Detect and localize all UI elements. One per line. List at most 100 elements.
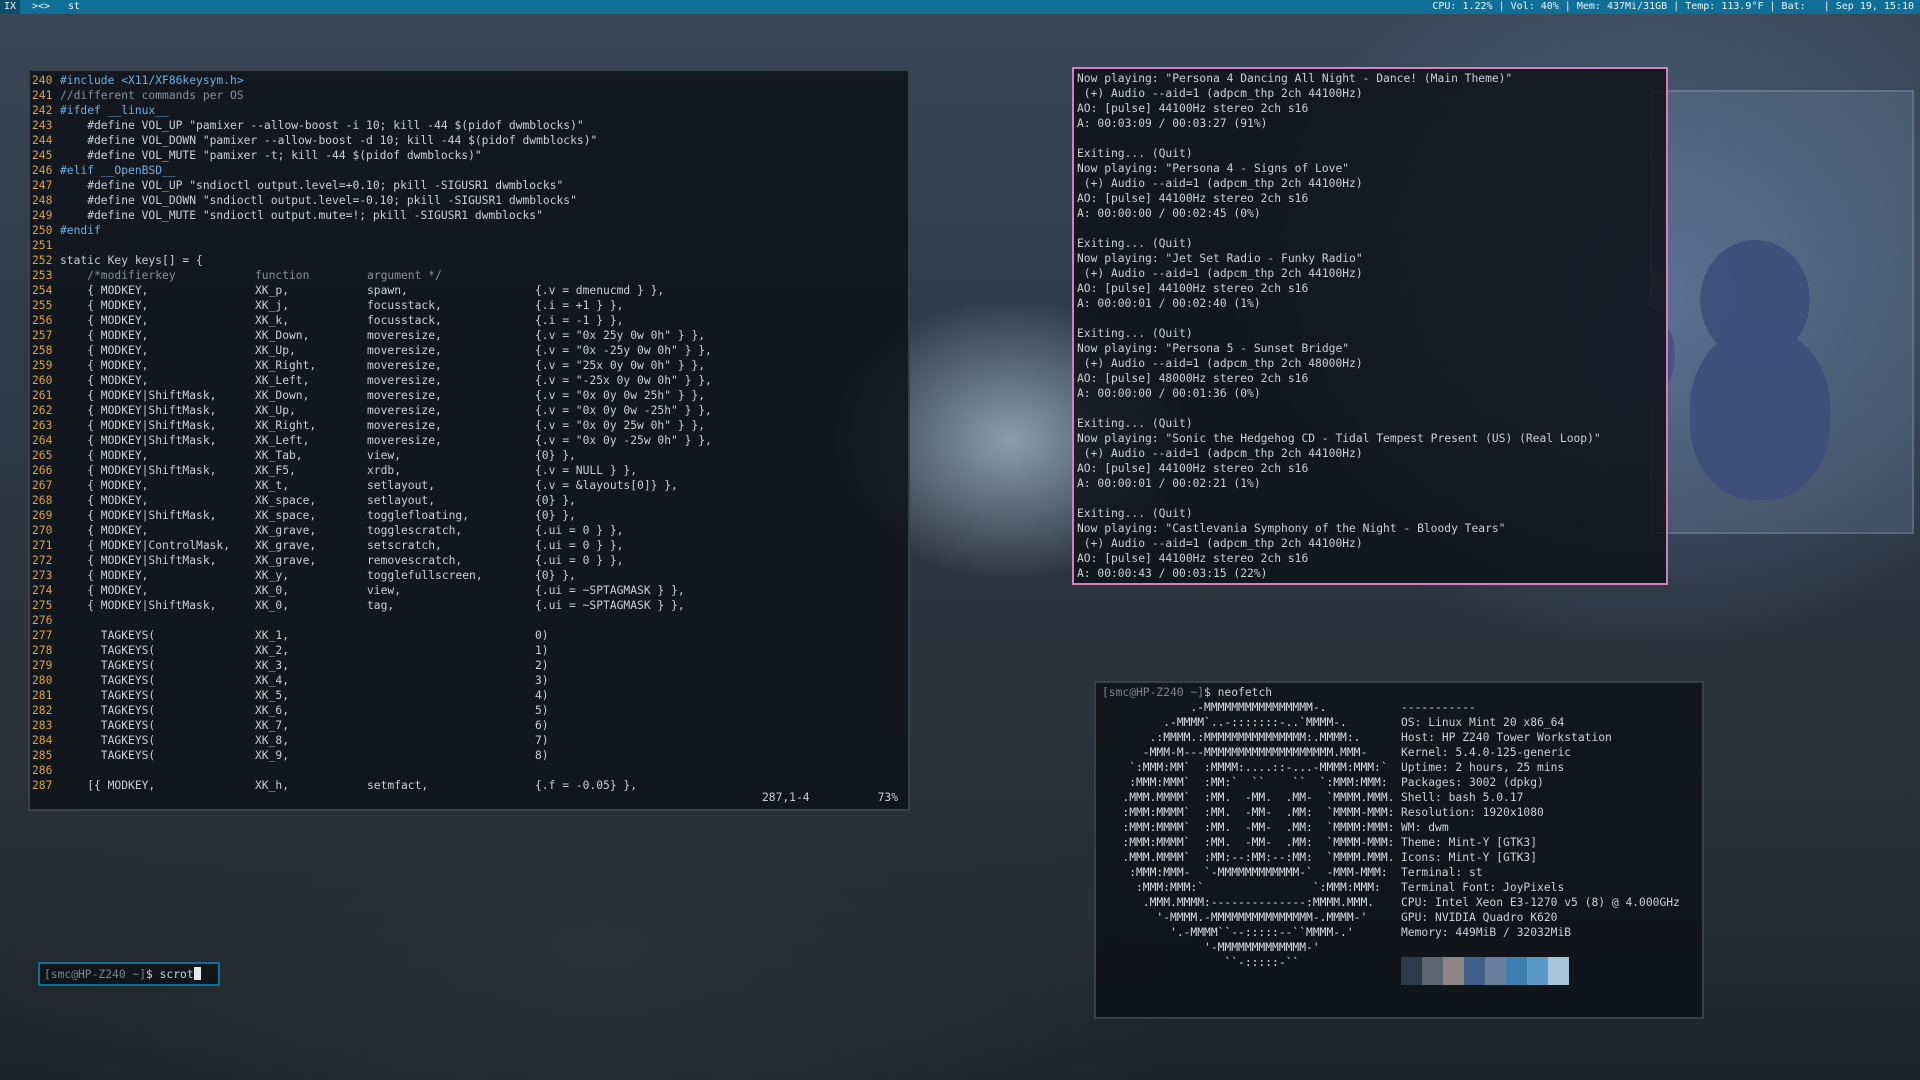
code-column: { MODKEY|ShiftMask, xyxy=(60,554,217,567)
code-column: XK_Left, xyxy=(255,374,310,387)
output-line: A: 00:00:01 / 00:02:21 (1%) xyxy=(1077,477,1261,490)
ascii-line: :MMM:MMM- `-MMMMMMMMMMMM-` -MMM-MMM: xyxy=(1102,866,1388,879)
code-column: XK_2, xyxy=(255,644,290,657)
output-line: AO: [pulse] 44100Hz stereo 2ch s16 xyxy=(1077,552,1309,565)
info-value: 5.4.0-125-generic xyxy=(1455,746,1572,759)
top-status-bar: IX ><> st CPU: 1.22% | Vol: 40% | Mem: 4… xyxy=(0,0,1920,14)
code-column: { MODKEY, xyxy=(60,359,149,372)
output-line: Now playing: "Persona 4 - Signs of Love" xyxy=(1077,162,1350,175)
code-column: XK_Tab, xyxy=(255,449,303,462)
code-column: [{ MODKEY, xyxy=(60,779,156,792)
line-number: 271 xyxy=(32,539,53,552)
output-line: AO: [pulse] 44100Hz stereo 2ch s16 xyxy=(1077,282,1309,295)
code-column: { MODKEY|ControlMask, xyxy=(60,539,231,552)
mint-ascii-logo: .-MMMMMMMMMMMMMMMM-. .-MMMM`..-:::::::-.… xyxy=(1102,700,1394,970)
code-column: focusstack, xyxy=(367,299,442,312)
code-column: { MODKEY, xyxy=(60,329,149,342)
code-column: { MODKEY|ShiftMask, xyxy=(60,389,217,402)
line-number: 270 xyxy=(32,524,53,537)
info-line: OS: Linux Mint 20 x86_64 xyxy=(1401,715,1680,730)
shell-prompt[interactable]: [smc@HP-Z240 ~]$ scrot xyxy=(44,967,201,982)
ascii-line: :MMM:MMM:` `:MMM:MMM: xyxy=(1102,881,1381,894)
line-number: 267 xyxy=(32,479,53,492)
info-value: Linux Mint 20 x86_64 xyxy=(1428,716,1565,729)
line-number: 240 xyxy=(32,74,53,87)
code-column: { MODKEY, xyxy=(60,314,149,327)
window-title: st xyxy=(68,1,81,12)
line-number: 285 xyxy=(32,749,53,762)
code-column: {.v = "0x -25y 0w 0h" } }, xyxy=(535,344,712,357)
line-number: 283 xyxy=(32,719,53,732)
code-column: TAGKEYS( xyxy=(60,689,156,702)
code-column: {.v = "0x 0y 0w -25h" } }, xyxy=(535,404,712,417)
code-column: {.ui = 0 } }, xyxy=(535,539,624,552)
code-column: togglefullscreen, xyxy=(367,569,483,582)
code-column: function xyxy=(255,269,310,282)
output-line: (+) Audio --aid=1 (adpcm_thp 2ch 44100Hz… xyxy=(1077,447,1363,460)
code-column: TAGKEYS( xyxy=(60,674,156,687)
neofetch-terminal-window[interactable]: [smc@HP-Z240 ~]$ neofetch .-MMMMMMMMMMMM… xyxy=(1094,681,1704,1019)
code-column: XK_4, xyxy=(255,674,290,687)
line-number: 284 xyxy=(32,734,53,747)
info-line: Shell: bash 5.0.17 xyxy=(1401,790,1680,805)
code-column: spawn, xyxy=(367,284,408,297)
code-text: //different commands per OS xyxy=(60,89,244,102)
vim-terminal-window[interactable]: 240 #include <X11/XF86keysym.h> 241 //diffe… xyxy=(28,69,910,811)
line-number: 241 xyxy=(32,89,53,102)
mpv-terminal-window[interactable]: Now playing: "Persona 4 Dancing All Nigh… xyxy=(1072,67,1668,585)
code-column: { MODKEY, xyxy=(60,569,149,582)
code-column: XK_Down, xyxy=(255,389,310,402)
code-column: 5) xyxy=(535,704,549,717)
layout-indicator[interactable]: ><> xyxy=(28,0,54,14)
line-number: 287 xyxy=(32,779,53,792)
info-key: Icons: xyxy=(1401,851,1449,864)
line-number: 248 xyxy=(32,194,53,207)
info-key: GPU: xyxy=(1401,911,1436,924)
code-column: {.ui = ~SPTAGMASK } }, xyxy=(535,599,685,612)
line-number: 281 xyxy=(32,689,53,702)
code-column: 7) xyxy=(535,734,549,747)
line-number: 260 xyxy=(32,374,53,387)
ascii-line: '.-MMMM``--:::::--``MMMM-.' xyxy=(1102,926,1354,939)
output-line: Exiting... (Quit) xyxy=(1077,147,1193,160)
line-number: 251 xyxy=(32,239,53,252)
line-number: 266 xyxy=(32,464,53,477)
code-column: { MODKEY|ShiftMask, xyxy=(60,509,217,522)
info-key: Host: xyxy=(1401,731,1442,744)
code-column: TAGKEYS( xyxy=(60,659,156,672)
info-line: Uptime: 2 hours, 25 mins xyxy=(1401,760,1680,775)
code-column: {.i = +1 } }, xyxy=(535,299,624,312)
code-column: setlayout, xyxy=(367,494,436,507)
code-column: view, xyxy=(367,449,402,462)
info-value: Mint-Y [GTK3] xyxy=(1448,851,1538,864)
line-number: 286 xyxy=(32,764,53,777)
line-number: 250 xyxy=(32,224,53,237)
code-column: XK_grave, xyxy=(255,524,317,537)
line-number: 254 xyxy=(32,284,53,297)
line-number: 269 xyxy=(32,509,53,522)
info-key: OS: xyxy=(1401,716,1429,729)
info-value: dwm xyxy=(1428,821,1449,834)
code-column: {.ui = 0 } }, xyxy=(535,524,624,537)
code-column: {.v = "0x 0y 25w 0h" } }, xyxy=(535,419,706,432)
info-line: Theme: Mint-Y [GTK3] xyxy=(1401,835,1680,850)
code-column: TAGKEYS( xyxy=(60,749,156,762)
line-number: 242 xyxy=(32,104,53,117)
code-text: #elif __OpenBSD__ xyxy=(60,164,176,177)
color-swatch xyxy=(1485,957,1506,985)
code-column: XK_9, xyxy=(255,749,290,762)
output-line: (+) Audio --aid=1 (adpcm_thp 2ch 48000Hz… xyxy=(1077,357,1363,370)
code-column: {.v = &layouts[0]} }, xyxy=(535,479,678,492)
scratch-terminal-window[interactable]: [smc@HP-Z240 ~]$ scrot xyxy=(38,962,220,986)
line-number: 255 xyxy=(32,299,53,312)
code-column: togglefloating, xyxy=(367,509,470,522)
code-column: {0} }, xyxy=(535,509,576,522)
info-value: 449MiB / 32032MiB xyxy=(1455,926,1572,939)
tag-1[interactable]: IX xyxy=(0,0,21,14)
ascii-line: '-MMMM.-MMMMMMMMMMMMMMM-.MMMM-' xyxy=(1102,911,1368,924)
code-column: XK_F5, xyxy=(255,464,296,477)
info-line: CPU: Intel Xeon E3-1270 v5 (8) @ 4.000GH… xyxy=(1401,895,1680,910)
ascii-line: .-MMMMMMMMMMMMMMMM-. xyxy=(1102,701,1327,714)
